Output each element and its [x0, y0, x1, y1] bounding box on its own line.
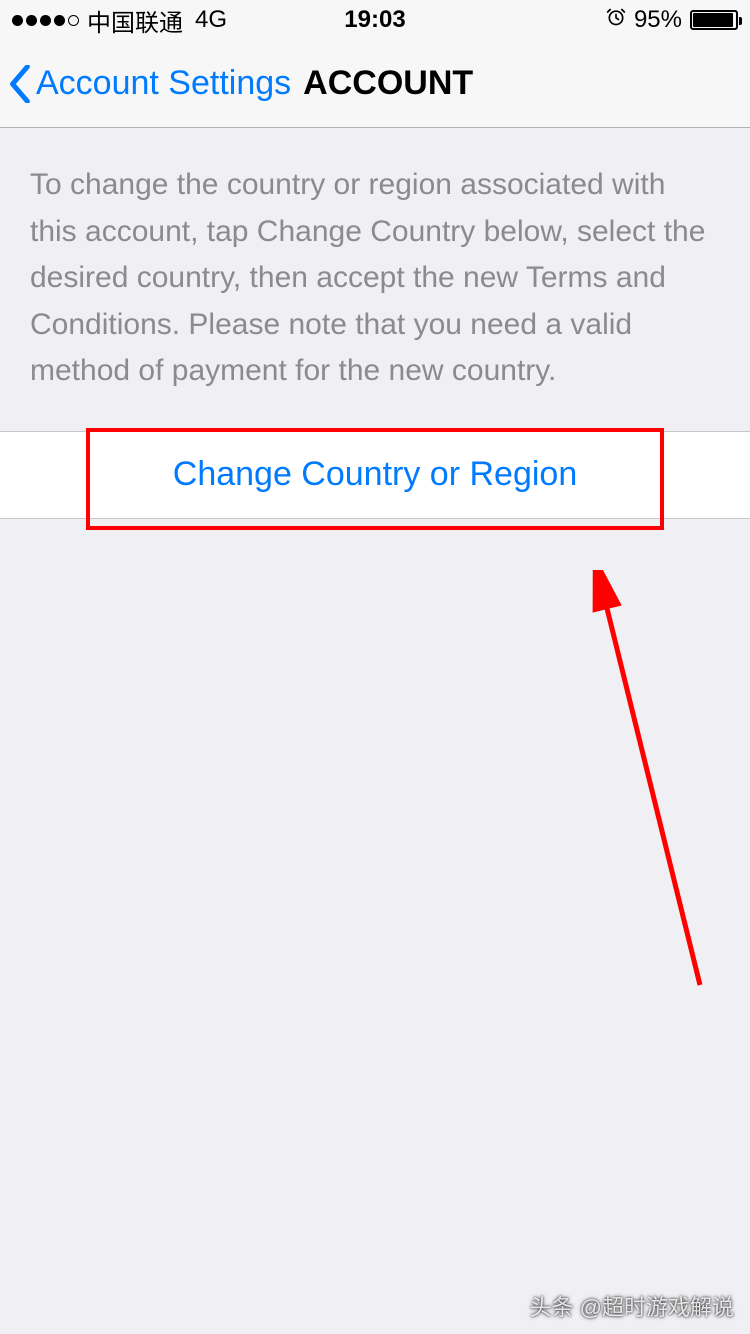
back-button[interactable]: Account Settings [36, 64, 291, 103]
change-country-label: Change Country or Region [173, 455, 577, 494]
carrier-label: 中国联通 [87, 3, 183, 38]
status-left: 中国联通 4G [12, 3, 227, 38]
change-country-button[interactable]: Change Country or Region [0, 431, 750, 519]
watermark-text: 头条 @超时游戏解说 [530, 1290, 734, 1322]
navigation-bar: Account Settings ACCOUNT [0, 40, 750, 128]
battery-percentage: 95% [634, 6, 682, 34]
annotation-arrow-icon [590, 570, 710, 990]
alarm-icon [606, 7, 626, 33]
status-bar: 中国联通 4G 19:03 95% [0, 0, 750, 40]
page-title: ACCOUNT [303, 64, 473, 103]
status-right: 95% [606, 6, 738, 34]
signal-strength-icon [12, 15, 79, 26]
network-label: 4G [195, 6, 227, 34]
description-text: To change the country or region associat… [0, 128, 750, 431]
battery-icon [690, 10, 738, 30]
status-time: 19:03 [344, 6, 405, 34]
back-chevron-icon[interactable] [8, 64, 32, 104]
